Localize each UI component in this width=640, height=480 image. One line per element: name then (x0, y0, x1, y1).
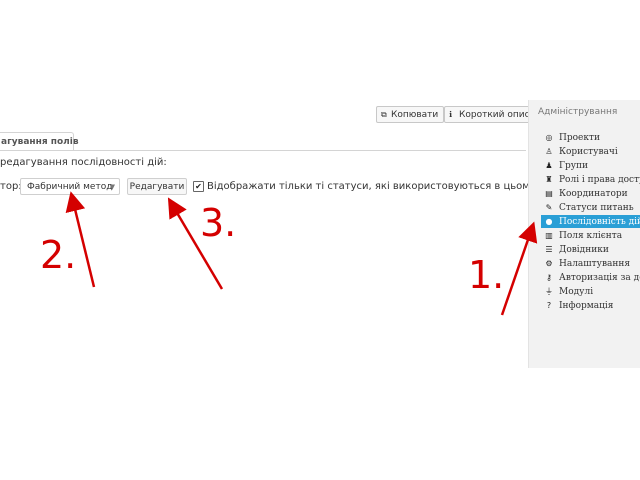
annotation-label-2: 2. (40, 233, 77, 277)
annotation-arrows (65, 191, 538, 316)
annotation-label-1: 1. (468, 253, 505, 297)
annotation-label-3: 3. (200, 201, 237, 245)
arrow-1 (500, 221, 538, 316)
